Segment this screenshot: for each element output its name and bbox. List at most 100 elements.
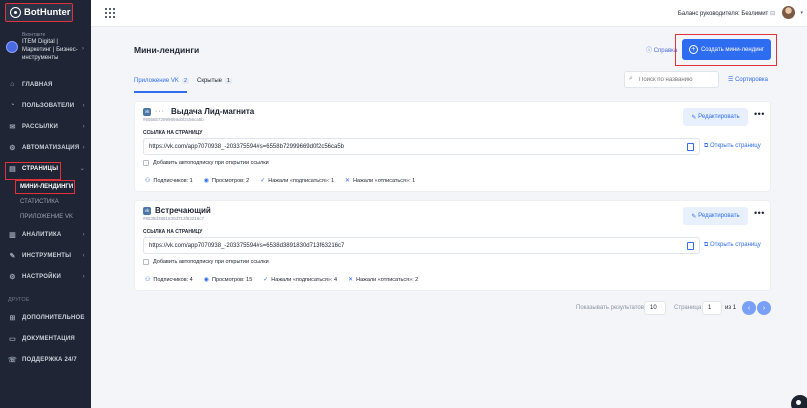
landing-card: vk ··· Выдача Лид-магнита #6558b72999669…: [134, 101, 771, 192]
sidebar-item-home[interactable]: ⌂ Главная: [0, 74, 91, 95]
eye-icon: ◉: [203, 178, 209, 184]
pencil-icon: ✎: [691, 114, 697, 121]
create-mini-landing-button[interactable]: + Создать мини-лендинг: [682, 39, 771, 60]
check-icon: ✓: [260, 178, 266, 184]
landing-url-field[interactable]: https://vk.com/app7070938_-203375594#s=6…: [143, 237, 700, 254]
sort-button[interactable]: ☰ Сортировка: [728, 76, 768, 83]
per-page-select[interactable]: 10: [644, 301, 666, 315]
sidebar-item-users[interactable]: ◔ Пользователи ‹: [0, 95, 91, 116]
auto-subscribe-checkbox[interactable]: Добавить автоподписку при открытии ссылк…: [143, 259, 269, 265]
apps-grid-icon[interactable]: [105, 8, 115, 18]
chevron-left-icon: ‹: [82, 273, 85, 280]
sidebar-item-label: Поддержка 24/7: [22, 356, 77, 363]
vk-icon: vk: [143, 107, 151, 116]
open-page-link[interactable]: ⧉ Открыть страницу: [704, 242, 761, 249]
subscribers-icon: ⚇: [145, 178, 151, 184]
sidebar-item-label: Документация: [22, 335, 75, 342]
sidebar-subitem-vk-app[interactable]: Приложение VK: [0, 209, 91, 224]
sidebar-item-analytics[interactable]: ▥ Аналитика ‹: [0, 224, 91, 245]
docs-icon: ▭: [9, 335, 16, 343]
logo[interactable]: BotHunter: [5, 3, 73, 22]
tab-vk-app[interactable]: Приложение VK 2: [134, 78, 189, 84]
balance-text: Баланс руководителя: Безлимит ⊟: [677, 11, 775, 17]
checkbox-box[interactable]: [143, 160, 149, 166]
link-label: Ссылка на страницу: [143, 130, 203, 136]
drag-handle-icon[interactable]: ···: [155, 108, 165, 115]
sidebar-item-label: Настройки: [22, 273, 62, 280]
external-link-icon: ⧉: [704, 143, 709, 149]
help-icon: ⓘ: [646, 48, 653, 54]
stat-subscribers: ⚇ Подписчиков: 1: [145, 177, 193, 185]
sidebar-section-label: Другое: [8, 297, 30, 303]
external-link-icon: ⧉: [704, 242, 709, 248]
home-icon: ⌂: [10, 81, 15, 88]
more-icon[interactable]: •••: [754, 109, 765, 119]
account-name: ITEM Digital | Маркетинг | Бизнес-инстру…: [22, 39, 78, 61]
edit-button[interactable]: ✎ Редактировать: [683, 108, 748, 126]
account-avatar: [6, 41, 18, 53]
eye-icon: ◉: [203, 277, 209, 283]
sidebar-item-label: Инструменты: [22, 252, 72, 259]
search-input[interactable]: [624, 71, 719, 88]
stat-subscribers: ⚇ Подписчиков: 4: [145, 276, 193, 284]
checkbox-box[interactable]: [143, 259, 149, 265]
stat-unsubscribed: ✕ Нажали «отписаться»: 2: [348, 276, 419, 284]
sidebar-item-label: Рассылки: [22, 123, 58, 130]
stat-unsubscribed: ✕ Нажали «отписаться»: 1: [345, 177, 416, 185]
chevron-left-icon: ‹: [82, 231, 85, 238]
landing-url: https://vk.com/app7070938_-203375594#s=6…: [149, 242, 345, 249]
mail-icon: ✉: [9, 123, 16, 131]
sort-icon: ☰: [728, 77, 734, 83]
tab-count: 1: [225, 78, 233, 84]
copy-icon[interactable]: [687, 143, 694, 151]
support-icon: ☏: [8, 356, 17, 364]
stat-views: ◉ Просмотров: 15: [203, 276, 253, 284]
next-page-button[interactable]: ›: [757, 301, 771, 315]
sidebar-item-label: Главная: [22, 81, 53, 88]
edit-button[interactable]: ✎ Редактировать: [683, 207, 748, 225]
sidebar-item-tools[interactable]: ✎ Инструменты ‹: [0, 245, 91, 266]
stat-subscribed: ✓ Нажали «подписаться»: 4: [263, 276, 338, 284]
subscribers-icon: ⚇: [145, 277, 151, 283]
sidebar-item-settings[interactable]: ⚙ Настройки ‹: [0, 266, 91, 287]
extra-icon: ⊞: [9, 314, 16, 322]
chevron-down-icon[interactable]: ▾: [800, 10, 803, 16]
tab-active-indicator: [134, 91, 187, 93]
sidebar-item-support[interactable]: ☏ Поддержка 24/7: [0, 349, 91, 370]
sidebar-item-automation[interactable]: ⚙ Автоматизация ‹: [0, 137, 91, 158]
more-icon[interactable]: •••: [754, 208, 765, 218]
close-icon: ✕: [345, 178, 351, 184]
prev-page-button[interactable]: ‹: [742, 301, 756, 315]
topbar: Баланс руководителя: Безлимит ⊟ ▾: [91, 0, 807, 27]
wallet-icon: ⊟: [769, 11, 775, 17]
user-avatar[interactable]: [782, 6, 795, 19]
help-link[interactable]: ⓘ Справка: [646, 45, 677, 54]
chevron-left-icon: ‹: [82, 144, 85, 151]
page-input[interactable]: 1: [702, 301, 722, 315]
automation-icon: ⚙: [9, 144, 16, 152]
logo-text: BotHunter: [24, 7, 71, 18]
tools-icon: ✎: [9, 252, 16, 260]
landing-url-field[interactable]: https://vk.com/app7070938_-203375594#s=6…: [143, 138, 700, 155]
open-page-link[interactable]: ⧉ Открыть страницу: [704, 143, 761, 150]
tab-hidden[interactable]: Скрытые 1: [197, 78, 233, 84]
chevron-left-icon: ‹: [82, 102, 85, 109]
sidebar-item-label: Аналитика: [22, 231, 62, 238]
sidebar-item-mailings[interactable]: ✉ Рассылки ‹: [0, 116, 91, 137]
checkbox-label: Добавить автоподписку при открытии ссылк…: [153, 160, 269, 166]
stat-views: ◉ Просмотров: 2: [203, 177, 250, 185]
vk-icon: vk: [143, 206, 151, 215]
sidebar-item-extra[interactable]: ⊞ Дополнительное ‹: [0, 307, 91, 328]
chevron-left-icon: ‹: [82, 252, 85, 259]
sidebar-item-docs[interactable]: ▭ Документация: [0, 328, 91, 349]
auto-subscribe-checkbox[interactable]: Добавить автоподписку при открытии ссылк…: [143, 160, 269, 166]
sidebar-nav-extra: ⊞ Дополнительное ‹ ▭ Документация ☏ Подд…: [0, 307, 91, 370]
sidebar-subitem-statistics[interactable]: Статистика: [0, 194, 91, 209]
check-icon: ✓: [263, 277, 269, 283]
analytics-icon: ▥: [9, 231, 16, 239]
chat-widget-icon[interactable]: [791, 395, 807, 408]
copy-icon[interactable]: [687, 242, 694, 250]
account-switcher[interactable]: Вконтакте ITEM Digital | Маркетинг | Биз…: [6, 32, 88, 62]
landing-title: Встречающий: [155, 206, 211, 215]
logo-icon: [10, 7, 21, 18]
